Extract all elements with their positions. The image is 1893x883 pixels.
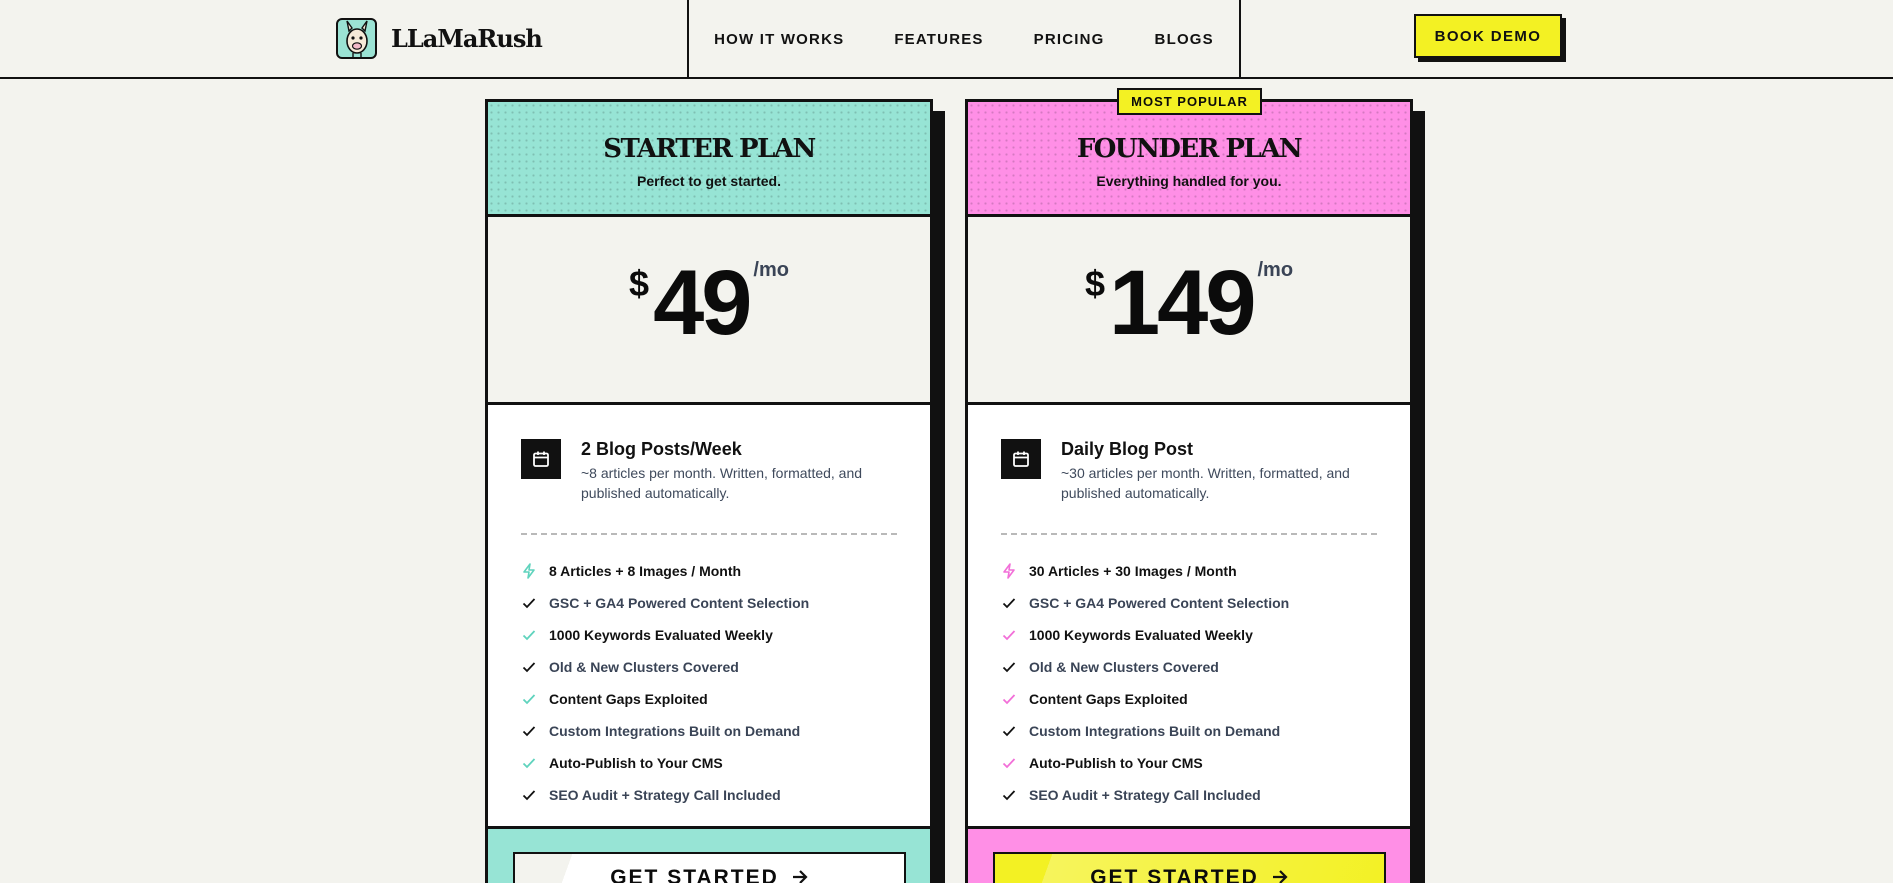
arrow-right-icon <box>1271 866 1289 883</box>
founder-plan-card: FOUNDER PLAN Everything handled for you.… <box>965 99 1413 883</box>
feature-label: Old & New Clusters Covered <box>549 659 739 675</box>
price-period: /mo <box>1257 259 1294 281</box>
lightning-icon <box>521 563 537 579</box>
feature-list: 8 Articles + 8 Images / Month GSC + GA4 … <box>521 555 897 811</box>
check-icon <box>521 627 537 643</box>
check-icon <box>1001 787 1017 803</box>
check-icon <box>1001 595 1017 611</box>
plan-subtitle: Everything handled for you. <box>1096 172 1282 189</box>
check-icon <box>521 691 537 707</box>
plan-footer: GET STARTED <box>968 826 1410 883</box>
nav-pricing[interactable]: PRICING <box>1034 31 1105 48</box>
lightning-icon <box>1001 563 1017 579</box>
top-navbar: LLaMaRush HOW IT WORKS FEATURES PRICING … <box>0 0 1893 79</box>
list-item: 1000 Keywords Evaluated Weekly <box>521 619 897 651</box>
get-started-button[interactable]: GET STARTED <box>993 852 1386 883</box>
brand-name: LLaMaRush <box>391 23 543 53</box>
feature-label: 1000 Keywords Evaluated Weekly <box>549 627 773 643</box>
price-currency: $ <box>629 263 650 304</box>
features-section: 2 Blog Posts/Week ~8 articles per month.… <box>488 405 930 829</box>
feature-label: Content Gaps Exploited <box>1029 691 1188 707</box>
cta-label: GET STARTED <box>1090 866 1259 883</box>
price-box: $ 149 /mo <box>968 217 1410 405</box>
list-item: Old & New Clusters Covered <box>1001 651 1377 683</box>
feature-label: Custom Integrations Built on Demand <box>1029 723 1281 739</box>
cta-label: GET STARTED <box>610 866 779 883</box>
book-demo-button[interactable]: BOOK DEMO <box>1414 14 1562 58</box>
price-amount: 49 <box>653 252 752 354</box>
feature-label: SEO Audit + Strategy Call Included <box>1029 787 1261 803</box>
list-item: 1000 Keywords Evaluated Weekly <box>1001 619 1377 651</box>
feature-label: 30 Articles + 30 Images / Month <box>1029 563 1237 579</box>
plan-header: STARTER PLAN Perfect to get started. <box>488 102 930 217</box>
check-icon <box>1001 627 1017 643</box>
list-item: Auto-Publish to Your CMS <box>1001 747 1377 779</box>
feature-label: Content Gaps Exploited <box>549 691 708 707</box>
check-icon <box>521 755 537 771</box>
main-nav: HOW IT WORKS FEATURES PRICING BLOGS <box>687 0 1241 79</box>
check-icon <box>1001 691 1017 707</box>
feature-label: GSC + GA4 Powered Content Selection <box>1029 595 1290 611</box>
brand-home-link[interactable]: LLaMaRush <box>336 17 543 59</box>
price-amount: 149 <box>1108 252 1256 354</box>
arrow-right-icon <box>791 866 809 883</box>
check-icon <box>1001 723 1017 739</box>
plan-footer: GET STARTED <box>488 826 930 883</box>
check-icon <box>1001 659 1017 675</box>
get-started-button[interactable]: GET STARTED <box>513 852 906 883</box>
price-box: $ 49 /mo <box>488 217 930 405</box>
check-icon <box>521 723 537 739</box>
feature-label: Auto-Publish to Your CMS <box>549 755 723 771</box>
check-icon <box>521 787 537 803</box>
list-item: Old & New Clusters Covered <box>521 651 897 683</box>
list-item: Content Gaps Exploited <box>521 683 897 715</box>
feature-label: GSC + GA4 Powered Content Selection <box>549 595 810 611</box>
feature-label: 1000 Keywords Evaluated Weekly <box>1029 627 1253 643</box>
list-item: 8 Articles + 8 Images / Month <box>521 555 897 587</box>
feature-label: Old & New Clusters Covered <box>1029 659 1219 675</box>
list-item: GSC + GA4 Powered Content Selection <box>521 587 897 619</box>
check-icon <box>521 659 537 675</box>
price-currency: $ <box>1084 263 1105 304</box>
feature-label: Auto-Publish to Your CMS <box>1029 755 1203 771</box>
check-icon <box>521 595 537 611</box>
llama-icon <box>336 17 377 59</box>
list-item: Content Gaps Exploited <box>1001 683 1377 715</box>
list-item: Auto-Publish to Your CMS <box>521 747 897 779</box>
calendar-icon <box>521 439 561 479</box>
check-icon <box>1001 755 1017 771</box>
price-period: /mo <box>753 259 789 281</box>
feature-list: 30 Articles + 30 Images / Month GSC + GA… <box>1001 555 1377 811</box>
plan-header: FOUNDER PLAN Everything handled for you. <box>968 102 1410 217</box>
list-item: 30 Articles + 30 Images / Month <box>1001 555 1377 587</box>
dashed-divider <box>521 533 897 535</box>
nav-features[interactable]: FEATURES <box>894 31 983 48</box>
dashed-divider <box>1001 533 1377 535</box>
most-popular-badge: MOST POPULAR <box>1117 88 1262 115</box>
list-item: Custom Integrations Built on Demand <box>521 715 897 747</box>
list-item: SEO Audit + Strategy Call Included <box>1001 779 1377 811</box>
highlight-description: ~30 articles per month. Written, formatt… <box>1061 465 1350 501</box>
feature-label: Custom Integrations Built on Demand <box>549 723 801 739</box>
plan-highlight: Daily Blog Post ~30 articles per month. … <box>1001 438 1377 503</box>
starter-plan-card: STARTER PLAN Perfect to get started. $ 4… <box>485 99 933 883</box>
highlight-title: 2 Blog Posts/Week <box>581 439 742 459</box>
plan-title: FOUNDER PLAN <box>1076 133 1303 164</box>
plan-title: STARTER PLAN <box>603 133 816 164</box>
nav-blogs[interactable]: BLOGS <box>1155 31 1214 48</box>
list-item: Custom Integrations Built on Demand <box>1001 715 1377 747</box>
highlight-title: Daily Blog Post <box>1061 439 1194 459</box>
list-item: SEO Audit + Strategy Call Included <box>521 779 897 811</box>
calendar-icon <box>1001 439 1041 479</box>
feature-label: 8 Articles + 8 Images / Month <box>549 563 742 579</box>
feature-label: SEO Audit + Strategy Call Included <box>549 787 781 803</box>
highlight-description: ~8 articles per month. Written, formatte… <box>581 465 863 501</box>
features-section: Daily Blog Post ~30 articles per month. … <box>968 405 1410 829</box>
nav-how-it-works[interactable]: HOW IT WORKS <box>714 31 844 48</box>
list-item: GSC + GA4 Powered Content Selection <box>1001 587 1377 619</box>
plan-highlight: 2 Blog Posts/Week ~8 articles per month.… <box>521 438 897 503</box>
plan-subtitle: Perfect to get started. <box>637 172 781 189</box>
